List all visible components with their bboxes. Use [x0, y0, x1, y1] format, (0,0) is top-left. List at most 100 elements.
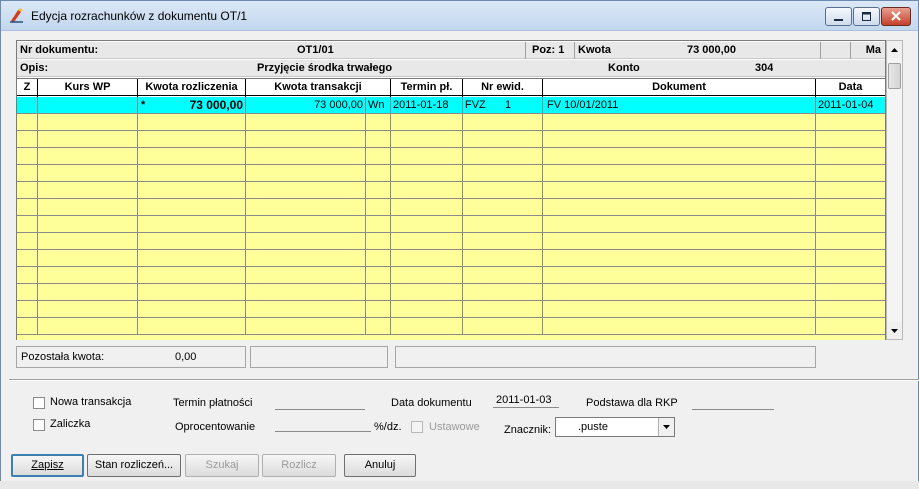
maximize-button[interactable] — [853, 7, 880, 26]
table-cell[interactable] — [38, 114, 138, 131]
table-cell[interactable] — [816, 148, 885, 165]
scroll-thumb[interactable] — [888, 63, 901, 89]
table-cell[interactable] — [17, 233, 38, 250]
table-cell[interactable] — [543, 199, 816, 216]
table-cell[interactable] — [816, 199, 885, 216]
table-cell[interactable] — [246, 250, 366, 267]
table-cell[interactable] — [543, 318, 816, 335]
table-cell[interactable] — [366, 182, 391, 199]
minimize-button[interactable] — [825, 7, 852, 26]
table-cell[interactable] — [38, 267, 138, 284]
table-cell[interactable] — [246, 182, 366, 199]
table-cell[interactable] — [463, 165, 543, 182]
table-cell[interactable] — [816, 114, 885, 131]
table-row[interactable] — [17, 250, 885, 267]
table-cell[interactable] — [17, 284, 38, 301]
table-cell[interactable] — [366, 233, 391, 250]
table-cell[interactable] — [246, 284, 366, 301]
table-cell[interactable] — [543, 216, 816, 233]
cell-nr-ewid[interactable]: FVZ 1 — [463, 97, 543, 114]
table-cell[interactable] — [391, 199, 463, 216]
col-z[interactable]: Z — [17, 79, 38, 97]
table-cell[interactable] — [463, 199, 543, 216]
table-cell[interactable] — [246, 165, 366, 182]
table-cell[interactable] — [463, 148, 543, 165]
vertical-scrollbar[interactable] — [886, 40, 903, 340]
table-cell[interactable] — [138, 199, 246, 216]
table-cell[interactable] — [816, 301, 885, 318]
szukaj-button[interactable]: Szukaj — [185, 454, 259, 477]
cell-kurs-wp[interactable] — [38, 97, 138, 114]
table-cell[interactable] — [463, 284, 543, 301]
oprocentowanie-input[interactable] — [275, 431, 371, 432]
cell-dokument[interactable]: FV 10/01/2011 — [543, 97, 816, 114]
table-cell[interactable] — [543, 284, 816, 301]
table-cell[interactable] — [17, 165, 38, 182]
table-cell[interactable] — [138, 301, 246, 318]
table-cell[interactable] — [391, 318, 463, 335]
table-cell[interactable] — [391, 233, 463, 250]
table-cell[interactable] — [38, 318, 138, 335]
col-kwota-rozliczenia[interactable]: Kwota rozliczenia — [138, 79, 246, 97]
table-cell[interactable] — [543, 301, 816, 318]
table-cell[interactable] — [366, 284, 391, 301]
table-cell[interactable] — [463, 250, 543, 267]
table-cell[interactable] — [543, 233, 816, 250]
table-cell[interactable] — [463, 318, 543, 335]
table-cell[interactable] — [17, 199, 38, 216]
table-row[interactable] — [17, 165, 885, 182]
col-kwota-transakcji[interactable]: Kwota transakcji — [246, 79, 391, 97]
table-cell[interactable] — [138, 284, 246, 301]
cell-strona[interactable]: Wn — [366, 97, 391, 114]
table-cell[interactable] — [391, 131, 463, 148]
table-row[interactable] — [17, 114, 885, 131]
cell-termin[interactable]: 2011-01-18 — [391, 97, 463, 114]
table-row[interactable] — [17, 233, 885, 250]
scroll-up-button[interactable] — [887, 41, 902, 58]
table-cell[interactable] — [816, 182, 885, 199]
table-cell[interactable] — [816, 318, 885, 335]
table-cell[interactable] — [463, 182, 543, 199]
table-cell[interactable] — [38, 182, 138, 199]
table-cell[interactable] — [391, 182, 463, 199]
table-cell[interactable] — [366, 267, 391, 284]
table-cell[interactable] — [138, 182, 246, 199]
table-cell[interactable] — [543, 182, 816, 199]
table-cell[interactable] — [816, 165, 885, 182]
table-cell[interactable] — [391, 284, 463, 301]
scroll-down-button[interactable] — [887, 322, 902, 339]
table-row[interactable] — [17, 216, 885, 233]
table-row[interactable] — [17, 318, 885, 335]
table-cell[interactable] — [366, 114, 391, 131]
cell-kwota-rozliczenia[interactable]: * 73 000,00 — [138, 97, 246, 114]
table-cell[interactable] — [246, 114, 366, 131]
zapisz-button[interactable]: Zapisz — [11, 454, 84, 477]
znacznik-dropdown-button[interactable] — [658, 418, 674, 436]
table-cell[interactable] — [38, 131, 138, 148]
table-cell[interactable] — [463, 114, 543, 131]
table-cell[interactable] — [543, 165, 816, 182]
cell-kwota-transakcji[interactable]: 73 000,00 — [246, 97, 366, 114]
table-cell[interactable] — [38, 233, 138, 250]
table-cell[interactable] — [391, 301, 463, 318]
table-cell[interactable] — [138, 250, 246, 267]
table-cell[interactable] — [366, 216, 391, 233]
table-row[interactable] — [17, 284, 885, 301]
table-cell[interactable] — [17, 267, 38, 284]
table-cell[interactable] — [543, 114, 816, 131]
table-cell[interactable] — [246, 216, 366, 233]
table-cell[interactable] — [366, 250, 391, 267]
data-dokumentu-value[interactable]: 2011-01-03 — [496, 394, 551, 406]
table-cell[interactable] — [391, 216, 463, 233]
table-row[interactable] — [17, 182, 885, 199]
znacznik-select[interactable]: .puste — [555, 417, 675, 437]
table-cell[interactable] — [366, 131, 391, 148]
table-cell[interactable] — [38, 216, 138, 233]
table-cell[interactable] — [543, 250, 816, 267]
table-cell[interactable] — [366, 199, 391, 216]
table-cell[interactable] — [38, 199, 138, 216]
table-cell[interactable] — [138, 233, 246, 250]
table-cell[interactable] — [391, 148, 463, 165]
table-cell[interactable] — [366, 165, 391, 182]
table-cell[interactable] — [138, 318, 246, 335]
